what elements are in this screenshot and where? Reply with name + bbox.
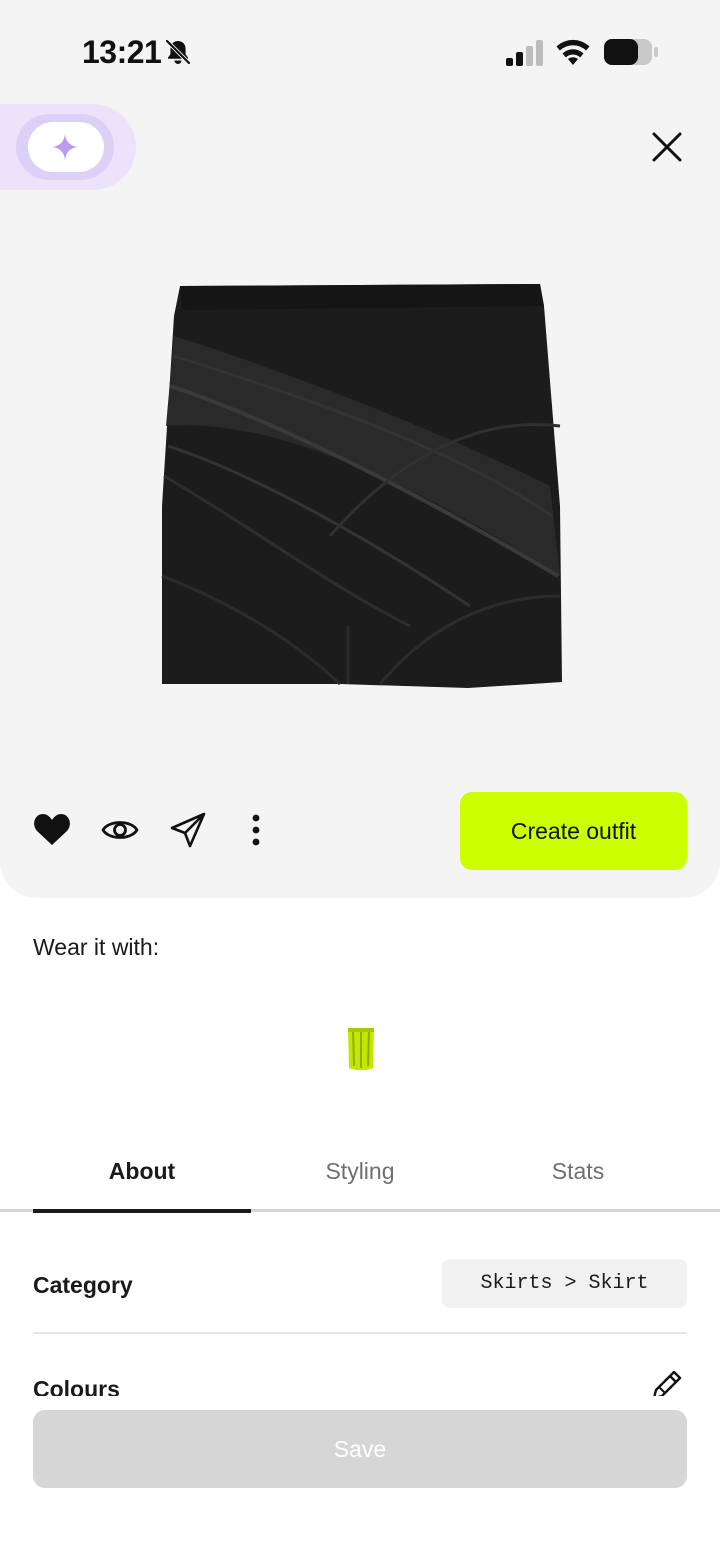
sparkle-icon xyxy=(52,134,78,160)
detail-tabs: About Styling Stats xyxy=(0,1140,720,1214)
more-icon[interactable] xyxy=(236,810,276,850)
status-time: 13:21 xyxy=(82,34,162,70)
row-divider xyxy=(33,1332,687,1334)
wifi-icon xyxy=(556,39,590,65)
send-icon[interactable] xyxy=(168,810,208,850)
create-outfit-button[interactable]: Create outfit xyxy=(460,792,687,870)
tab-about[interactable]: About xyxy=(33,1158,251,1185)
product-image xyxy=(161,284,562,688)
wear-it-with-item[interactable] xyxy=(345,1026,377,1072)
ai-assistant-button[interactable] xyxy=(0,104,136,190)
product-panel: 13:21 Create outfit xyxy=(0,0,720,898)
category-label: Category xyxy=(33,1272,133,1298)
wear-it-with-title: Wear it with: xyxy=(33,934,160,960)
tab-stats[interactable]: Stats xyxy=(469,1158,687,1185)
tab-styling[interactable]: Styling xyxy=(251,1158,469,1185)
save-button[interactable]: Save xyxy=(33,1410,687,1488)
eye-icon[interactable] xyxy=(100,810,140,850)
heart-icon[interactable] xyxy=(32,810,72,850)
signal-icon xyxy=(506,40,543,66)
battery-icon xyxy=(604,39,658,65)
bell-off-icon xyxy=(165,39,191,65)
close-icon[interactable] xyxy=(644,124,690,170)
status-bar: 13:21 xyxy=(0,0,720,104)
category-value[interactable]: Skirts > Skirt xyxy=(442,1259,687,1308)
active-tab-indicator xyxy=(33,1209,251,1213)
save-bar-backdrop xyxy=(0,1396,720,1410)
